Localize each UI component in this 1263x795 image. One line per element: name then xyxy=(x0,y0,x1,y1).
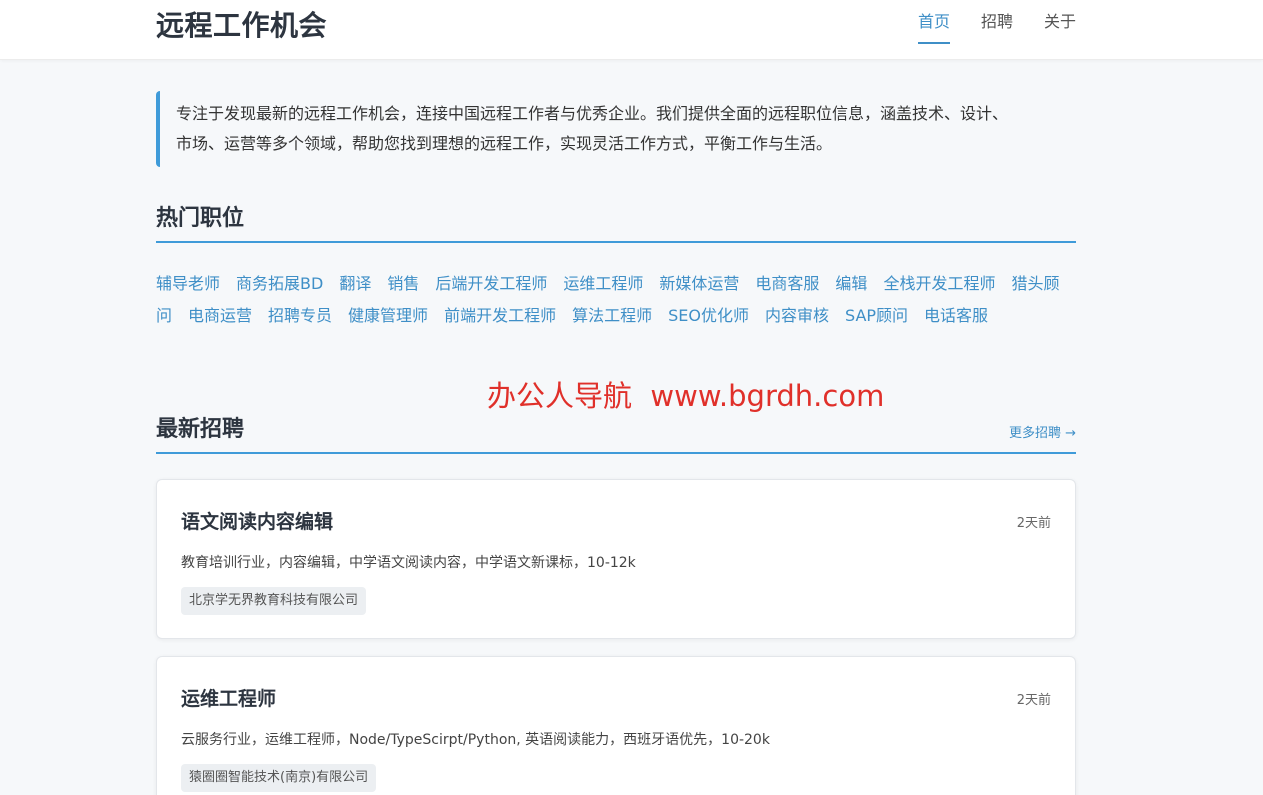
more-jobs-link[interactable]: 更多招聘 → xyxy=(1009,422,1076,441)
position-tag[interactable]: 辅导老师 xyxy=(156,274,220,293)
position-tag[interactable]: 销售 xyxy=(387,274,419,293)
nav-about[interactable]: 关于 xyxy=(1044,12,1076,44)
job-posted-time: 2天前 xyxy=(1016,516,1051,531)
hot-positions-tags: 辅导老师 商务拓展BD 翻译 销售 后端开发工程师 运维工程师 新媒体运营 电商客服 编辑 全栈开… xyxy=(156,268,1076,332)
site-title[interactable]: 远程工作机会 xyxy=(156,4,327,44)
position-tag[interactable]: 商务拓展BD xyxy=(236,274,323,293)
position-tag[interactable]: 健康管理师 xyxy=(348,306,428,325)
nav-jobs[interactable]: 招聘 xyxy=(981,12,1013,44)
intro-blockquote: 专注于发现最新的远程工作机会，连接中国远程工作者与优秀企业。我们提供全面的远程职… xyxy=(156,91,1076,167)
job-title[interactable]: 语文阅读内容编辑 xyxy=(181,507,333,534)
top-navbar: 远程工作机会 首页 招聘 关于 xyxy=(0,0,1263,60)
position-tag[interactable]: 招聘专员 xyxy=(268,306,332,325)
job-title[interactable]: 运维工程师 xyxy=(181,684,276,711)
latest-jobs-header: 最新招聘 更多招聘 → xyxy=(156,414,1076,454)
main-nav: 首页 招聘 关于 xyxy=(917,12,1076,44)
position-tag[interactable]: 电商运营 xyxy=(188,306,252,325)
latest-jobs-title: 最新招聘 xyxy=(156,417,245,442)
position-tag[interactable]: 全栈开发工程师 xyxy=(883,274,995,293)
hot-positions-header: 热门职位 xyxy=(156,203,1076,243)
hot-positions-title: 热门职位 xyxy=(156,206,245,231)
position-tag[interactable]: 后端开发工程师 xyxy=(435,274,547,293)
position-tag[interactable]: SEO优化师 xyxy=(668,306,749,325)
job-description: 云服务行业，运维工程师，Node/TypeScirpt/Python, 英语阅读… xyxy=(181,732,770,748)
position-tag[interactable]: 内容审核 xyxy=(765,306,829,325)
job-card[interactable]: 运维工程师 2天前 云服务行业，运维工程师，Node/TypeScirpt/Py… xyxy=(156,656,1076,795)
job-description: 教育培训行业，内容编辑，中学语文阅读内容，中学语文新课标，10-12k xyxy=(181,555,636,571)
company-badge: 北京学无界教育科技有限公司 xyxy=(181,587,367,615)
nav-home[interactable]: 首页 xyxy=(917,12,950,44)
job-posted-time: 2天前 xyxy=(1016,693,1051,708)
position-tag[interactable]: 电话客服 xyxy=(924,306,988,325)
watermark-text: 办公人导航 www.bgrdh.com xyxy=(487,379,885,413)
position-tag[interactable]: SAP顾问 xyxy=(845,306,908,325)
job-card[interactable]: 语文阅读内容编辑 2天前 教育培训行业，内容编辑，中学语文阅读内容，中学语文新课… xyxy=(156,479,1076,639)
position-tag[interactable]: 翻译 xyxy=(339,274,371,293)
position-tag[interactable]: 运维工程师 xyxy=(563,274,643,293)
position-tag[interactable]: 前端开发工程师 xyxy=(444,306,556,325)
intro-line-1: 专注于发现最新的远程工作机会，连接中国远程工作者与优秀企业。我们提供全面的远程职… xyxy=(176,104,1009,123)
position-tag[interactable]: 电商客服 xyxy=(755,274,819,293)
position-tag[interactable]: 新媒体运营 xyxy=(659,274,739,293)
company-badge: 猿圈圈智能技术(南京)有限公司 xyxy=(181,764,377,792)
intro-line-2: 市场、运营等多个领域，帮助您找到理想的远程工作，实现灵活工作方式，平衡工作与生活… xyxy=(176,134,833,153)
position-tag[interactable]: 算法工程师 xyxy=(572,306,652,325)
position-tag[interactable]: 编辑 xyxy=(835,274,867,293)
